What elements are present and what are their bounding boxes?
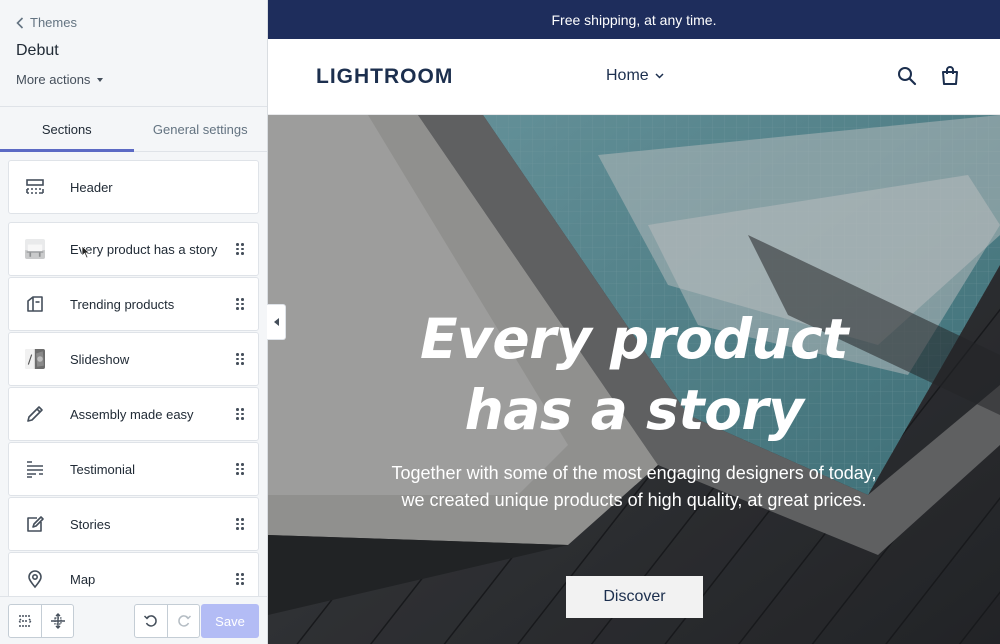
chevron-left-icon (16, 16, 24, 29)
nav-home-link[interactable]: Home (606, 67, 664, 85)
back-to-themes-link[interactable]: Themes (16, 15, 77, 30)
inspector-button[interactable] (41, 605, 73, 637)
nav-home-label: Home (606, 67, 649, 84)
drag-handle-icon[interactable] (236, 243, 244, 255)
section-header[interactable]: Header (8, 160, 259, 214)
redo-button[interactable] (167, 605, 199, 637)
sidebar-tabs: Sections General settings (0, 107, 267, 152)
sections-list: Header Every product has a story Trendin… (8, 160, 259, 606)
search-icon[interactable] (896, 65, 918, 87)
section-label: Stories (70, 516, 111, 532)
move-arrows-icon (50, 613, 65, 629)
drag-handle-icon[interactable] (236, 573, 244, 585)
section-trending-products[interactable]: Trending products (8, 277, 259, 331)
sidebar-header: Themes Debut More actions (0, 0, 267, 107)
drag-handle-icon[interactable] (236, 353, 244, 365)
storefront-preview: Free shipping, at any time. LIGHTROOM Ho… (268, 0, 1000, 644)
full-width-view-button[interactable] (9, 605, 41, 637)
redo-icon (177, 615, 191, 627)
caret-down-icon (97, 77, 104, 82)
text-lines-icon (17, 451, 53, 487)
drag-handle-icon[interactable] (236, 408, 244, 420)
section-every-product-has-a-story[interactable]: Every product has a story (8, 222, 259, 276)
location-pin-icon (17, 561, 53, 597)
save-button[interactable]: Save (201, 604, 259, 638)
mouse-cursor-icon (81, 245, 91, 259)
history-button-group (134, 604, 200, 638)
image-thumbnail (17, 231, 53, 267)
section-label: Assembly made easy (70, 406, 194, 422)
collection-icon (17, 286, 53, 322)
section-stories[interactable]: Stories (8, 497, 259, 551)
section-label: Slideshow (70, 351, 130, 367)
section-testimonial[interactable]: Testimonial (8, 442, 259, 496)
fit-width-icon (18, 615, 32, 627)
section-assembly-made-easy[interactable]: Assembly made easy (8, 387, 259, 441)
section-label: Header (70, 179, 113, 195)
discover-button[interactable]: Discover (566, 576, 703, 618)
slideshow-thumbnail (17, 341, 53, 377)
back-link-label: Themes (30, 15, 77, 30)
more-actions-label: More actions (16, 72, 91, 87)
undo-icon (143, 615, 157, 627)
store-logo[interactable]: LIGHTROOM (316, 65, 453, 89)
sidebar-footer: Save (0, 596, 267, 644)
section-slideshow[interactable]: Slideshow (8, 332, 259, 386)
pencil-icon (17, 396, 53, 432)
drag-handle-icon[interactable] (236, 518, 244, 530)
tab-general-settings[interactable]: General settings (134, 107, 268, 151)
hero-section: Every product has a story Together with … (268, 115, 1000, 644)
hero-title: Every product has a story (419, 307, 849, 442)
undo-button[interactable] (135, 605, 167, 637)
drag-handle-icon[interactable] (236, 298, 244, 310)
announcement-bar[interactable]: Free shipping, at any time. (268, 0, 1000, 39)
chevron-down-icon (655, 73, 664, 79)
hero-text: Together with some of the most engaging … (391, 463, 877, 510)
header-layout-icon (17, 169, 53, 205)
drag-handle-icon[interactable] (236, 463, 244, 475)
caret-left-icon (273, 318, 279, 326)
theme-editor-sidebar: Themes Debut More actions Sections Gener… (0, 0, 268, 644)
collapse-sidebar-button[interactable] (267, 304, 286, 340)
more-actions-dropdown[interactable]: More actions (16, 72, 104, 87)
view-toggle-group (8, 604, 74, 638)
section-label: Trending products (70, 296, 175, 312)
site-header: LIGHTROOM Home (268, 39, 1000, 115)
compose-icon (17, 506, 53, 542)
tab-sections[interactable]: Sections (0, 107, 134, 152)
theme-name: Debut (16, 42, 59, 59)
cart-icon[interactable] (939, 65, 961, 87)
section-label: Map (70, 571, 96, 587)
section-label: Testimonial (70, 461, 136, 477)
section-label: Every product has a story (70, 241, 218, 257)
